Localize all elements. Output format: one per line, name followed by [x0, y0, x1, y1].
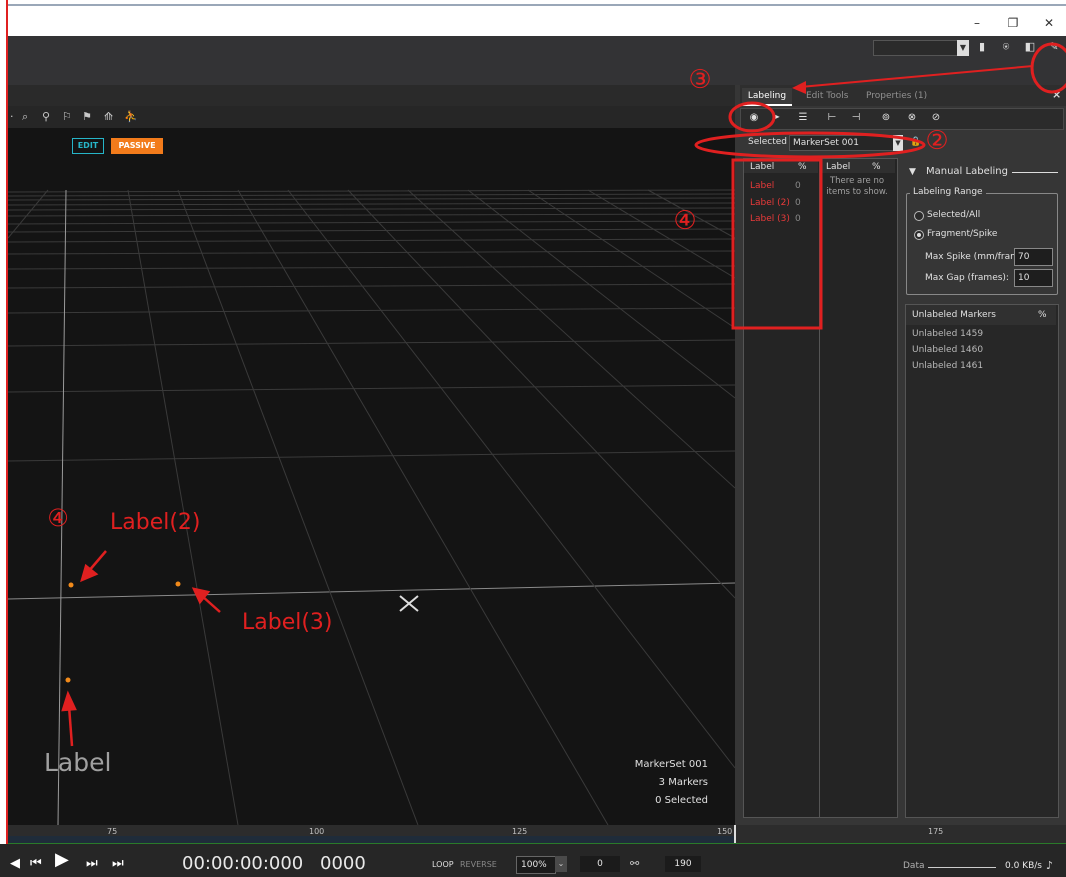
annotation-circle-3: ③: [688, 65, 712, 95]
annotation-circle-2: ②: [925, 126, 949, 156]
annotation-overlay: [694, 42, 1066, 330]
annotation-circle-4-panel: ④: [673, 206, 697, 236]
